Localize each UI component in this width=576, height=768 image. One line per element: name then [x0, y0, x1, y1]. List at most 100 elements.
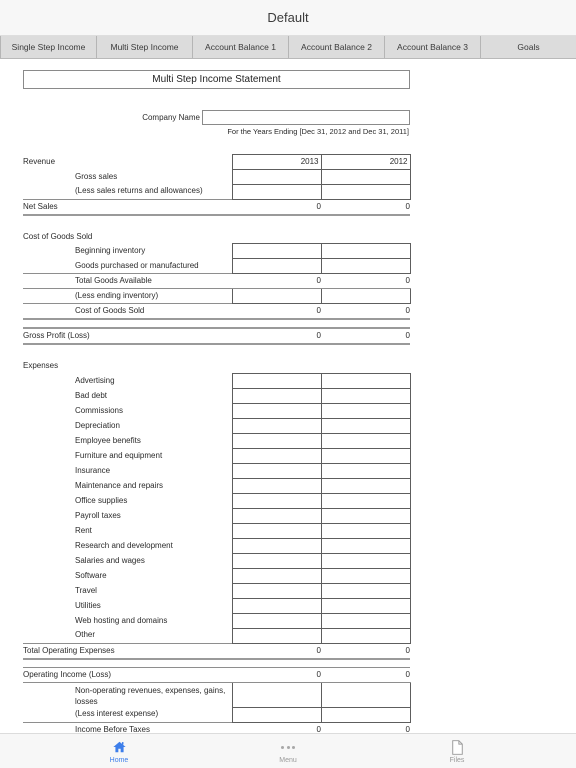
cell-value — [322, 688, 410, 702]
input-cell-y2[interactable] — [320, 597, 411, 614]
spreadsheet-canvas[interactable]: Multi Step Income Statement Company Name… — [0, 60, 576, 733]
cell-value — [233, 569, 321, 583]
input-cell-y1[interactable] — [231, 537, 322, 554]
tab-single-step-income[interactable]: Single Step Income — [0, 36, 97, 58]
year2-header-cell[interactable]: 2012 — [320, 153, 411, 170]
input-cell-y2[interactable] — [320, 627, 411, 644]
table-row: (Less sales returns and allowances) — [23, 183, 411, 200]
table-row: Rent — [23, 522, 411, 539]
tab-account-balance-2[interactable]: Account Balance 2 — [289, 36, 385, 58]
row-label: Rent — [75, 525, 92, 535]
nav-item-home[interactable]: Home — [77, 738, 161, 764]
input-cell-y1[interactable] — [231, 183, 322, 200]
input-cell-y2[interactable] — [320, 492, 411, 509]
cell-value — [233, 688, 321, 702]
table-row: Utilities — [23, 597, 411, 614]
input-cell-y1[interactable] — [231, 477, 322, 494]
table-row: Software — [23, 567, 411, 584]
cell-value — [233, 479, 321, 493]
cell-value — [233, 708, 321, 722]
input-cell-y2[interactable] — [320, 582, 411, 599]
input-cell-y2[interactable] — [320, 462, 411, 479]
input-cell-y1[interactable] — [231, 243, 322, 259]
input-cell-y2[interactable] — [320, 552, 411, 569]
input-cell-y1[interactable] — [231, 432, 322, 449]
row-label: (Less sales returns and allowances) — [75, 186, 203, 196]
input-cell-y1[interactable] — [231, 706, 322, 723]
input-cell-y2[interactable] — [320, 387, 411, 404]
input-cell-y2[interactable] — [320, 447, 411, 464]
input-cell-y2[interactable] — [320, 432, 411, 449]
input-cell-y1[interactable] — [231, 417, 322, 434]
cell-value — [322, 554, 410, 568]
input-cell-y1[interactable] — [231, 627, 322, 644]
input-cell-y2[interactable] — [320, 537, 411, 554]
input-cell-y2[interactable] — [320, 243, 411, 259]
input-cell-y2[interactable] — [320, 168, 411, 185]
statement-title[interactable]: Multi Step Income Statement — [23, 70, 410, 89]
total-goods-y1: 0 — [232, 273, 321, 289]
cell-value — [233, 539, 321, 553]
input-cell-y2[interactable] — [320, 258, 411, 274]
input-cell-y2[interactable] — [320, 612, 411, 629]
input-cell-y1[interactable] — [231, 462, 322, 479]
input-cell-y1[interactable] — [231, 522, 322, 539]
table-row: Web hosting and domains — [23, 612, 411, 629]
input-cell-y2[interactable] — [320, 706, 411, 723]
operating-income-row: Operating Income (Loss) 0 0 — [23, 667, 410, 683]
input-cell-y2[interactable] — [320, 417, 411, 434]
input-cell-y1[interactable] — [231, 507, 322, 524]
input-cell-y1[interactable] — [231, 372, 322, 389]
cell-value — [322, 374, 410, 388]
input-cell-y1[interactable] — [231, 258, 322, 274]
input-cell-y1[interactable] — [231, 492, 322, 509]
input-cell-y2[interactable] — [320, 288, 411, 304]
input-cell-y2[interactable] — [320, 372, 411, 389]
company-name-input[interactable] — [202, 110, 410, 125]
operating-income-y2: 0 — [321, 667, 410, 683]
input-cell-y2[interactable] — [320, 402, 411, 419]
table-row: Payroll taxes — [23, 507, 411, 524]
nav-item-files[interactable]: Files — [415, 738, 499, 764]
nonoperating-row: Non-operating revenues, expenses, gains,… — [23, 682, 411, 708]
expenses-header-row: Expenses — [23, 359, 410, 373]
cell-value — [322, 404, 410, 418]
input-cell-y1[interactable] — [231, 168, 322, 185]
input-cell-y2[interactable] — [320, 682, 411, 708]
tab-multi-step-income[interactable]: Multi Step Income — [97, 36, 193, 58]
total-goods-y2: 0 — [321, 273, 410, 289]
input-cell-y1[interactable] — [231, 447, 322, 464]
tab-account-balance-3[interactable]: Account Balance 3 — [385, 36, 481, 58]
row-label: Cost of Goods Sold — [23, 303, 232, 320]
input-cell-y1[interactable] — [231, 612, 322, 629]
row-label: Payroll taxes — [75, 510, 121, 520]
input-cell-y2[interactable] — [320, 507, 411, 524]
input-cell-y1[interactable] — [231, 682, 322, 708]
cell-value — [233, 614, 321, 628]
input-cell-y2[interactable] — [320, 477, 411, 494]
company-name-label: Company Name — [142, 113, 200, 122]
cell-value — [322, 449, 410, 463]
input-cell-y2[interactable] — [320, 567, 411, 584]
gross-profit-y1: 0 — [232, 327, 321, 345]
input-cell-y2[interactable] — [320, 183, 411, 200]
input-cell-y1[interactable] — [231, 387, 322, 404]
cell-value — [322, 629, 410, 643]
input-cell-y1[interactable] — [231, 288, 322, 304]
income-before-taxes-y1: 0 — [232, 721, 321, 733]
table-row: Furniture and equipment — [23, 447, 411, 464]
cell-value — [233, 464, 321, 478]
row-label: (Less interest expense) — [75, 709, 159, 719]
input-cell-y1[interactable] — [231, 582, 322, 599]
input-cell-y1[interactable] — [231, 552, 322, 569]
year1-header-cell[interactable]: 2013 — [231, 153, 322, 170]
nav-item-menu[interactable]: Menu — [246, 738, 330, 764]
cell-value — [322, 539, 410, 553]
tab-strip: Single Step Income Multi Step Income Acc… — [0, 36, 576, 59]
tab-goals[interactable]: Goals — [481, 36, 576, 58]
input-cell-y1[interactable] — [231, 567, 322, 584]
input-cell-y1[interactable] — [231, 597, 322, 614]
tab-account-balance-1[interactable]: Account Balance 1 — [193, 36, 289, 58]
input-cell-y1[interactable] — [231, 402, 322, 419]
input-cell-y2[interactable] — [320, 522, 411, 539]
